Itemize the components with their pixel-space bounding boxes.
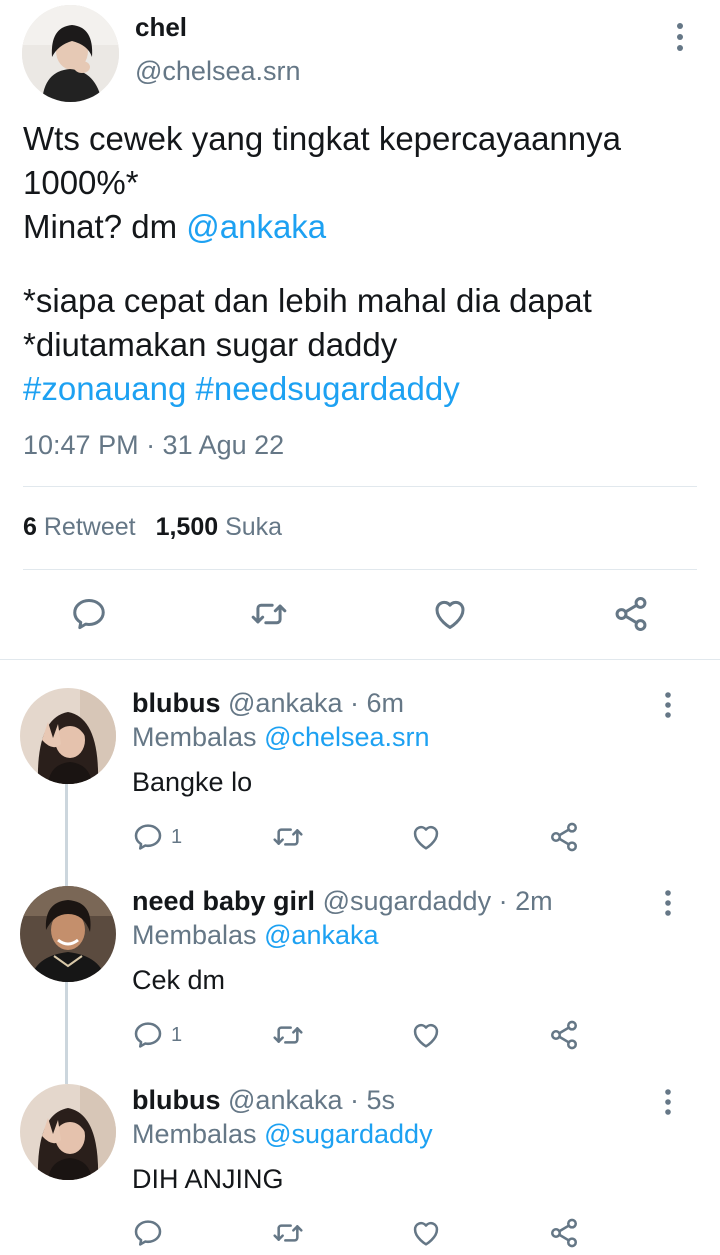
reply-count: 1 (171, 1024, 183, 1046)
avatar[interactable] (20, 688, 116, 784)
avatar[interactable] (20, 1084, 116, 1180)
reply-text: Bangke lo (132, 767, 253, 797)
share-icon[interactable] (612, 595, 650, 633)
retweet-label: Retweet (43, 513, 136, 541)
reply-icon[interactable] (132, 1217, 164, 1249)
share-icon[interactable] (548, 1019, 580, 1051)
reply-header: blubus @ankaka · 5s (132, 1085, 395, 1116)
replying-to: Membalas @chelsea.srn (132, 722, 430, 753)
like-count: 1,500 (155, 513, 219, 541)
tweet-text-line: Wts cewek yang tingkat kepercayaannya (23, 120, 621, 157)
hashtag-link[interactable]: #needsugardaddy (196, 370, 460, 407)
hashtag-link[interactable]: #zonauang (23, 370, 186, 407)
reply-icon[interactable] (132, 821, 164, 853)
tweet-stats: 6 Retweet 1,500 Suka (23, 513, 282, 542)
retweet-icon[interactable] (272, 1217, 304, 1249)
reply-text: DIH ANJING (132, 1164, 284, 1194)
reply-meta: @sugardaddy · 2m (322, 886, 553, 916)
reply-icon[interactable] (132, 1019, 164, 1051)
more-vertical-icon[interactable] (668, 20, 692, 54)
thread-line (65, 784, 68, 886)
author-name[interactable]: chel (135, 12, 187, 43)
reply-meta: @ankaka · 5s (228, 1085, 395, 1115)
hashtag-line: #zonauang #needsugardaddy (23, 367, 703, 411)
author-avatar[interactable] (22, 5, 119, 102)
heart-icon[interactable] (410, 821, 442, 853)
replying-to: Membalas @sugardaddy (132, 1119, 433, 1150)
reply-header: blubus @ankaka · 6m (132, 688, 404, 719)
retweet-icon[interactable] (272, 821, 304, 853)
reply-meta: @ankaka · 6m (228, 688, 404, 718)
reply-author-name[interactable]: need baby girl (132, 886, 315, 916)
retweet-icon[interactable] (250, 595, 288, 633)
reply-icon[interactable] (70, 595, 108, 633)
mention-link[interactable]: @chelsea.srn (264, 722, 429, 752)
reply-author-name[interactable]: blubus (132, 1085, 221, 1115)
avatar[interactable] (20, 886, 116, 982)
heart-icon[interactable] (410, 1019, 442, 1051)
author-handle[interactable]: @chelsea.srn (135, 56, 300, 87)
heart-icon[interactable] (410, 1217, 442, 1249)
reply-header: need baby girl @sugardaddy · 2m (132, 886, 553, 917)
reply-text: Cek dm (132, 965, 226, 995)
share-icon[interactable] (548, 821, 580, 853)
divider (0, 659, 720, 660)
mention-link[interactable]: @sugardaddy (264, 1119, 433, 1149)
more-vertical-icon[interactable] (656, 1087, 680, 1117)
tweet-text-line: *siapa cepat dan lebih mahal dia dapat (23, 282, 592, 319)
heart-icon[interactable] (431, 595, 469, 633)
replying-label: Membalas (132, 920, 257, 950)
like-stat[interactable]: 1,500 Suka (156, 513, 283, 541)
tweet-text-line: *diutamakan sugar daddy (23, 326, 398, 363)
replying-label: Membalas (132, 722, 257, 752)
divider (23, 569, 697, 570)
retweet-stat[interactable]: 6 Retweet (23, 513, 136, 541)
mention-link[interactable]: @ankaka (264, 920, 378, 950)
reply-count: 1 (171, 826, 183, 848)
retweet-count: 6 (23, 513, 37, 541)
divider (23, 486, 697, 487)
more-vertical-icon[interactable] (656, 888, 680, 918)
tweet-text-line: Minat? dm @ankaka (23, 205, 703, 249)
mention-link[interactable]: @ankaka (186, 208, 326, 245)
tweet-text-prefix: Minat? dm (23, 208, 187, 245)
tweet-text-line: 1000%* (23, 164, 139, 201)
tweet-timestamp[interactable]: 10:47 PM · 31 Agu 22 (23, 430, 284, 461)
retweet-icon[interactable] (272, 1019, 304, 1051)
thread-line (65, 982, 68, 1084)
share-icon[interactable] (548, 1217, 580, 1249)
more-vertical-icon[interactable] (656, 690, 680, 720)
replying-to: Membalas @ankaka (132, 920, 379, 951)
tweet-text: Wts cewek yang tingkat kepercayaannya 10… (23, 117, 703, 411)
reply-author-name[interactable]: blubus (132, 688, 221, 718)
like-label: Suka (225, 513, 283, 541)
replying-label: Membalas (132, 1119, 257, 1149)
